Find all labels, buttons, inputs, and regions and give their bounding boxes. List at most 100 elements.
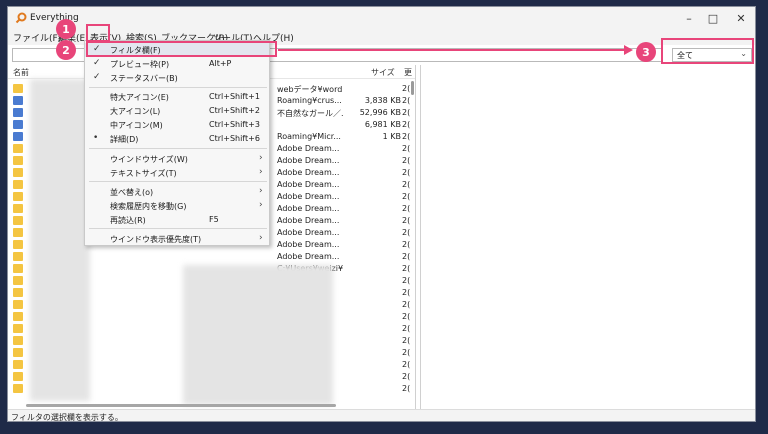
row-date: 2( xyxy=(402,108,411,117)
folder-icon xyxy=(13,324,23,333)
row-path: Adobe Dream... xyxy=(277,204,340,213)
check-icon: ✓ xyxy=(93,58,101,68)
menu-separator xyxy=(89,87,267,88)
row-path: Adobe Dream... xyxy=(277,240,340,249)
menu-item[interactable]: ウインドウサイズ(W) › xyxy=(85,152,269,166)
menu-item[interactable]: ✓ ステータスバー(B) xyxy=(85,71,269,85)
menu-item-label: 再読込(R) xyxy=(110,216,146,225)
menu-item-label: ウインドウサイズ(W) xyxy=(110,155,188,164)
file-icon xyxy=(13,132,23,141)
menu-item-shortcut: Ctrl+Shift+3 xyxy=(209,120,260,129)
close-button[interactable]: ✕ xyxy=(726,7,755,29)
column-size[interactable]: サイズ xyxy=(371,67,395,78)
menu-item[interactable]: 再読込(R) F5 xyxy=(85,213,269,227)
folder-icon xyxy=(13,312,23,321)
row-path: Adobe Dream... xyxy=(277,180,340,189)
folder-icon xyxy=(13,168,23,177)
menu-item[interactable]: ウインドウ表示優先度(T) › xyxy=(85,232,269,246)
menu-item-label: 特大アイコン(E) xyxy=(110,93,169,102)
row-path: Adobe Dream... xyxy=(277,156,340,165)
folder-icon xyxy=(13,372,23,381)
row-date: 2( xyxy=(402,264,411,273)
horizontal-scrollbar[interactable] xyxy=(26,404,336,407)
folder-icon xyxy=(13,264,23,273)
row-path: 不自然なガール／... xyxy=(277,109,343,118)
folder-icon xyxy=(13,300,23,309)
column-date[interactable]: 更 xyxy=(404,67,412,78)
row-date: 2( xyxy=(402,252,411,261)
folder-icon xyxy=(13,84,23,93)
folder-icon xyxy=(13,228,23,237)
step-badge-1: 1 xyxy=(56,19,76,39)
row-path: Roaming¥Micr... xyxy=(277,132,341,141)
menu-item-shortcut: Ctrl+Shift+6 xyxy=(209,134,260,143)
folder-icon xyxy=(13,252,23,261)
menu-item[interactable]: 並べ替え(o) › xyxy=(85,185,269,199)
row-path: Adobe Dream... xyxy=(277,252,340,261)
menu-item-label: 大アイコン(L) xyxy=(110,107,161,116)
menu-item[interactable]: 検索履歴内を移動(G) › xyxy=(85,199,269,213)
row-date: 2( xyxy=(402,96,411,105)
menu-item-shortcut: Alt+P xyxy=(209,59,232,68)
row-date: 2( xyxy=(402,132,411,141)
menu-file[interactable]: ファイル(F) xyxy=(13,31,61,44)
file-icon xyxy=(13,96,23,105)
folder-icon xyxy=(13,216,23,225)
status-text: フィルタの選択欄を表示する。 xyxy=(11,413,123,422)
annotation-arrow xyxy=(278,45,633,55)
folder-icon xyxy=(13,240,23,249)
magnifier-app-icon xyxy=(15,12,27,24)
row-date: 2( xyxy=(402,336,411,345)
row-date: 2( xyxy=(402,168,411,177)
folder-icon xyxy=(13,288,23,297)
row-size: 52,996 KB xyxy=(359,108,401,117)
row-path: Adobe Dream... xyxy=(277,192,340,201)
submenu-arrow-icon: › xyxy=(259,200,263,210)
check-icon: • xyxy=(93,133,99,143)
step-badge-2: 2 xyxy=(56,40,76,60)
row-date: 2( xyxy=(402,312,411,321)
row-date: 2( xyxy=(402,192,411,201)
vertical-scrollbar[interactable] xyxy=(410,79,415,409)
blurred-names xyxy=(30,79,90,401)
menu-item-label: 詳細(D) xyxy=(110,135,139,144)
menu-item-label: ウインドウ表示優先度(T) xyxy=(110,235,202,244)
row-size: 1 KB xyxy=(382,132,401,141)
title-bar: Everything – □ ✕ xyxy=(8,7,755,29)
folder-icon xyxy=(13,180,23,189)
menu-item[interactable]: 中アイコン(M) Ctrl+Shift+3 xyxy=(85,118,269,132)
row-date: 2( xyxy=(402,84,411,93)
row-path: Adobe Dream... xyxy=(277,144,340,153)
row-date: 2( xyxy=(402,276,411,285)
row-date: 2( xyxy=(402,288,411,297)
maximize-button[interactable]: □ xyxy=(698,7,728,29)
menu-item-shortcut: F5 xyxy=(209,215,219,224)
menu-item[interactable]: テキストサイズ(T) › xyxy=(85,166,269,180)
folder-icon xyxy=(13,336,23,345)
scroll-thumb[interactable] xyxy=(411,81,414,95)
menu-item-shortcut: Ctrl+Shift+1 xyxy=(209,92,260,101)
submenu-arrow-icon: › xyxy=(259,233,263,243)
row-date: 2( xyxy=(402,156,411,165)
menu-item[interactable]: ✓ プレビュー枠(P) Alt+P xyxy=(85,57,269,71)
row-date: 2( xyxy=(402,348,411,357)
row-date: 2( xyxy=(402,360,411,369)
menu-item-label: テキストサイズ(T) xyxy=(110,169,177,178)
highlight-view-menu xyxy=(86,24,110,42)
row-size: 3,838 KB xyxy=(364,96,401,105)
view-menu-dropdown: ✓ フィルタ欄(F) ✓ プレビュー枠(P) Alt+P ✓ ステータスバー(B) 特大アイコ… xyxy=(84,40,270,246)
menu-item[interactable]: • 詳細(D) Ctrl+Shift+6 xyxy=(85,132,269,146)
menu-item[interactable]: 大アイコン(L) Ctrl+Shift+2 xyxy=(85,104,269,118)
row-date: 2( xyxy=(402,180,411,189)
folder-icon xyxy=(13,348,23,357)
column-name[interactable]: 名前 xyxy=(13,67,29,78)
menu-item-label: 中アイコン(M) xyxy=(110,121,163,130)
row-date: 2( xyxy=(402,228,411,237)
menu-item-shortcut: Ctrl+Shift+2 xyxy=(209,106,260,115)
submenu-arrow-icon: › xyxy=(259,167,263,177)
menu-item[interactable]: 特大アイコン(E) Ctrl+Shift+1 xyxy=(85,90,269,104)
row-date: 2( xyxy=(402,144,411,153)
menu-item-label: 検索履歴内を移動(G) xyxy=(110,202,187,211)
folder-icon xyxy=(13,360,23,369)
blurred-paths xyxy=(183,265,333,405)
